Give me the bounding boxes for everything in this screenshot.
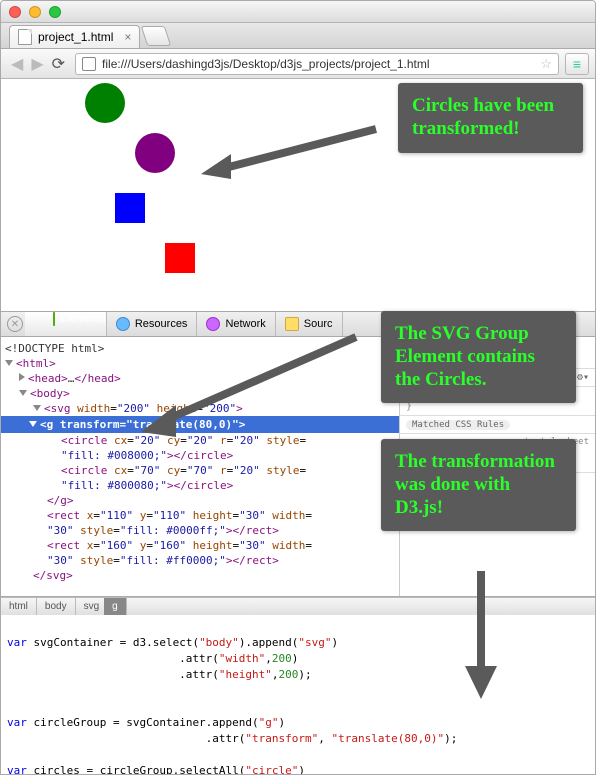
minimize-window-button[interactable] — [29, 6, 41, 18]
annotation-arrow-2 — [131, 327, 361, 447]
back-button[interactable]: ◀ — [7, 54, 27, 74]
reload-button[interactable]: ⟳ — [48, 54, 69, 74]
forward-button[interactable]: ▶ — [27, 54, 47, 74]
annotation-callout-2: The SVG Group Element contains the Circl… — [381, 311, 576, 403]
close-tab-button[interactable]: × — [124, 30, 131, 44]
new-tab-button[interactable] — [141, 26, 171, 46]
window-titlebar — [1, 1, 595, 23]
resources-icon — [116, 317, 130, 331]
annotation-callout-3: The transformation was done with D3.js! — [381, 439, 576, 531]
page-icon — [18, 29, 32, 45]
menu-button[interactable]: ≡ — [565, 53, 589, 75]
rendered-svg — [5, 83, 205, 283]
crumb-html[interactable]: html — [1, 598, 37, 615]
browser-tabs: project_1.html × — [1, 23, 595, 49]
tab-title: project_1.html — [38, 30, 113, 44]
site-icon — [82, 57, 96, 71]
toolbar: ◀ ▶ ⟳ file:///Users/dashingd3js/Desktop/… — [1, 49, 595, 79]
crumb-body[interactable]: body — [37, 598, 76, 615]
bookmark-icon[interactable]: ☆ — [540, 56, 552, 72]
elements-panel-button[interactable]: Elements — [25, 312, 107, 336]
elements-icon — [53, 312, 55, 326]
annotation-arrow-1 — [201, 119, 381, 179]
crumb-g[interactable]: g — [104, 598, 127, 615]
close-devtools-button[interactable]: ✕ — [7, 316, 23, 332]
address-bar[interactable]: file:///Users/dashingd3js/Desktop/d3js_p… — [75, 53, 559, 75]
close-window-button[interactable] — [9, 6, 21, 18]
annotation-arrow-3 — [451, 571, 511, 701]
browser-tab[interactable]: project_1.html × — [9, 25, 140, 48]
url-text: file:///Users/dashingd3js/Desktop/d3js_p… — [102, 57, 536, 71]
zoom-window-button[interactable] — [49, 6, 61, 18]
page-content: Circles have been transformed! — [1, 79, 595, 311]
annotation-callout-1: Circles have been transformed! — [398, 83, 583, 153]
